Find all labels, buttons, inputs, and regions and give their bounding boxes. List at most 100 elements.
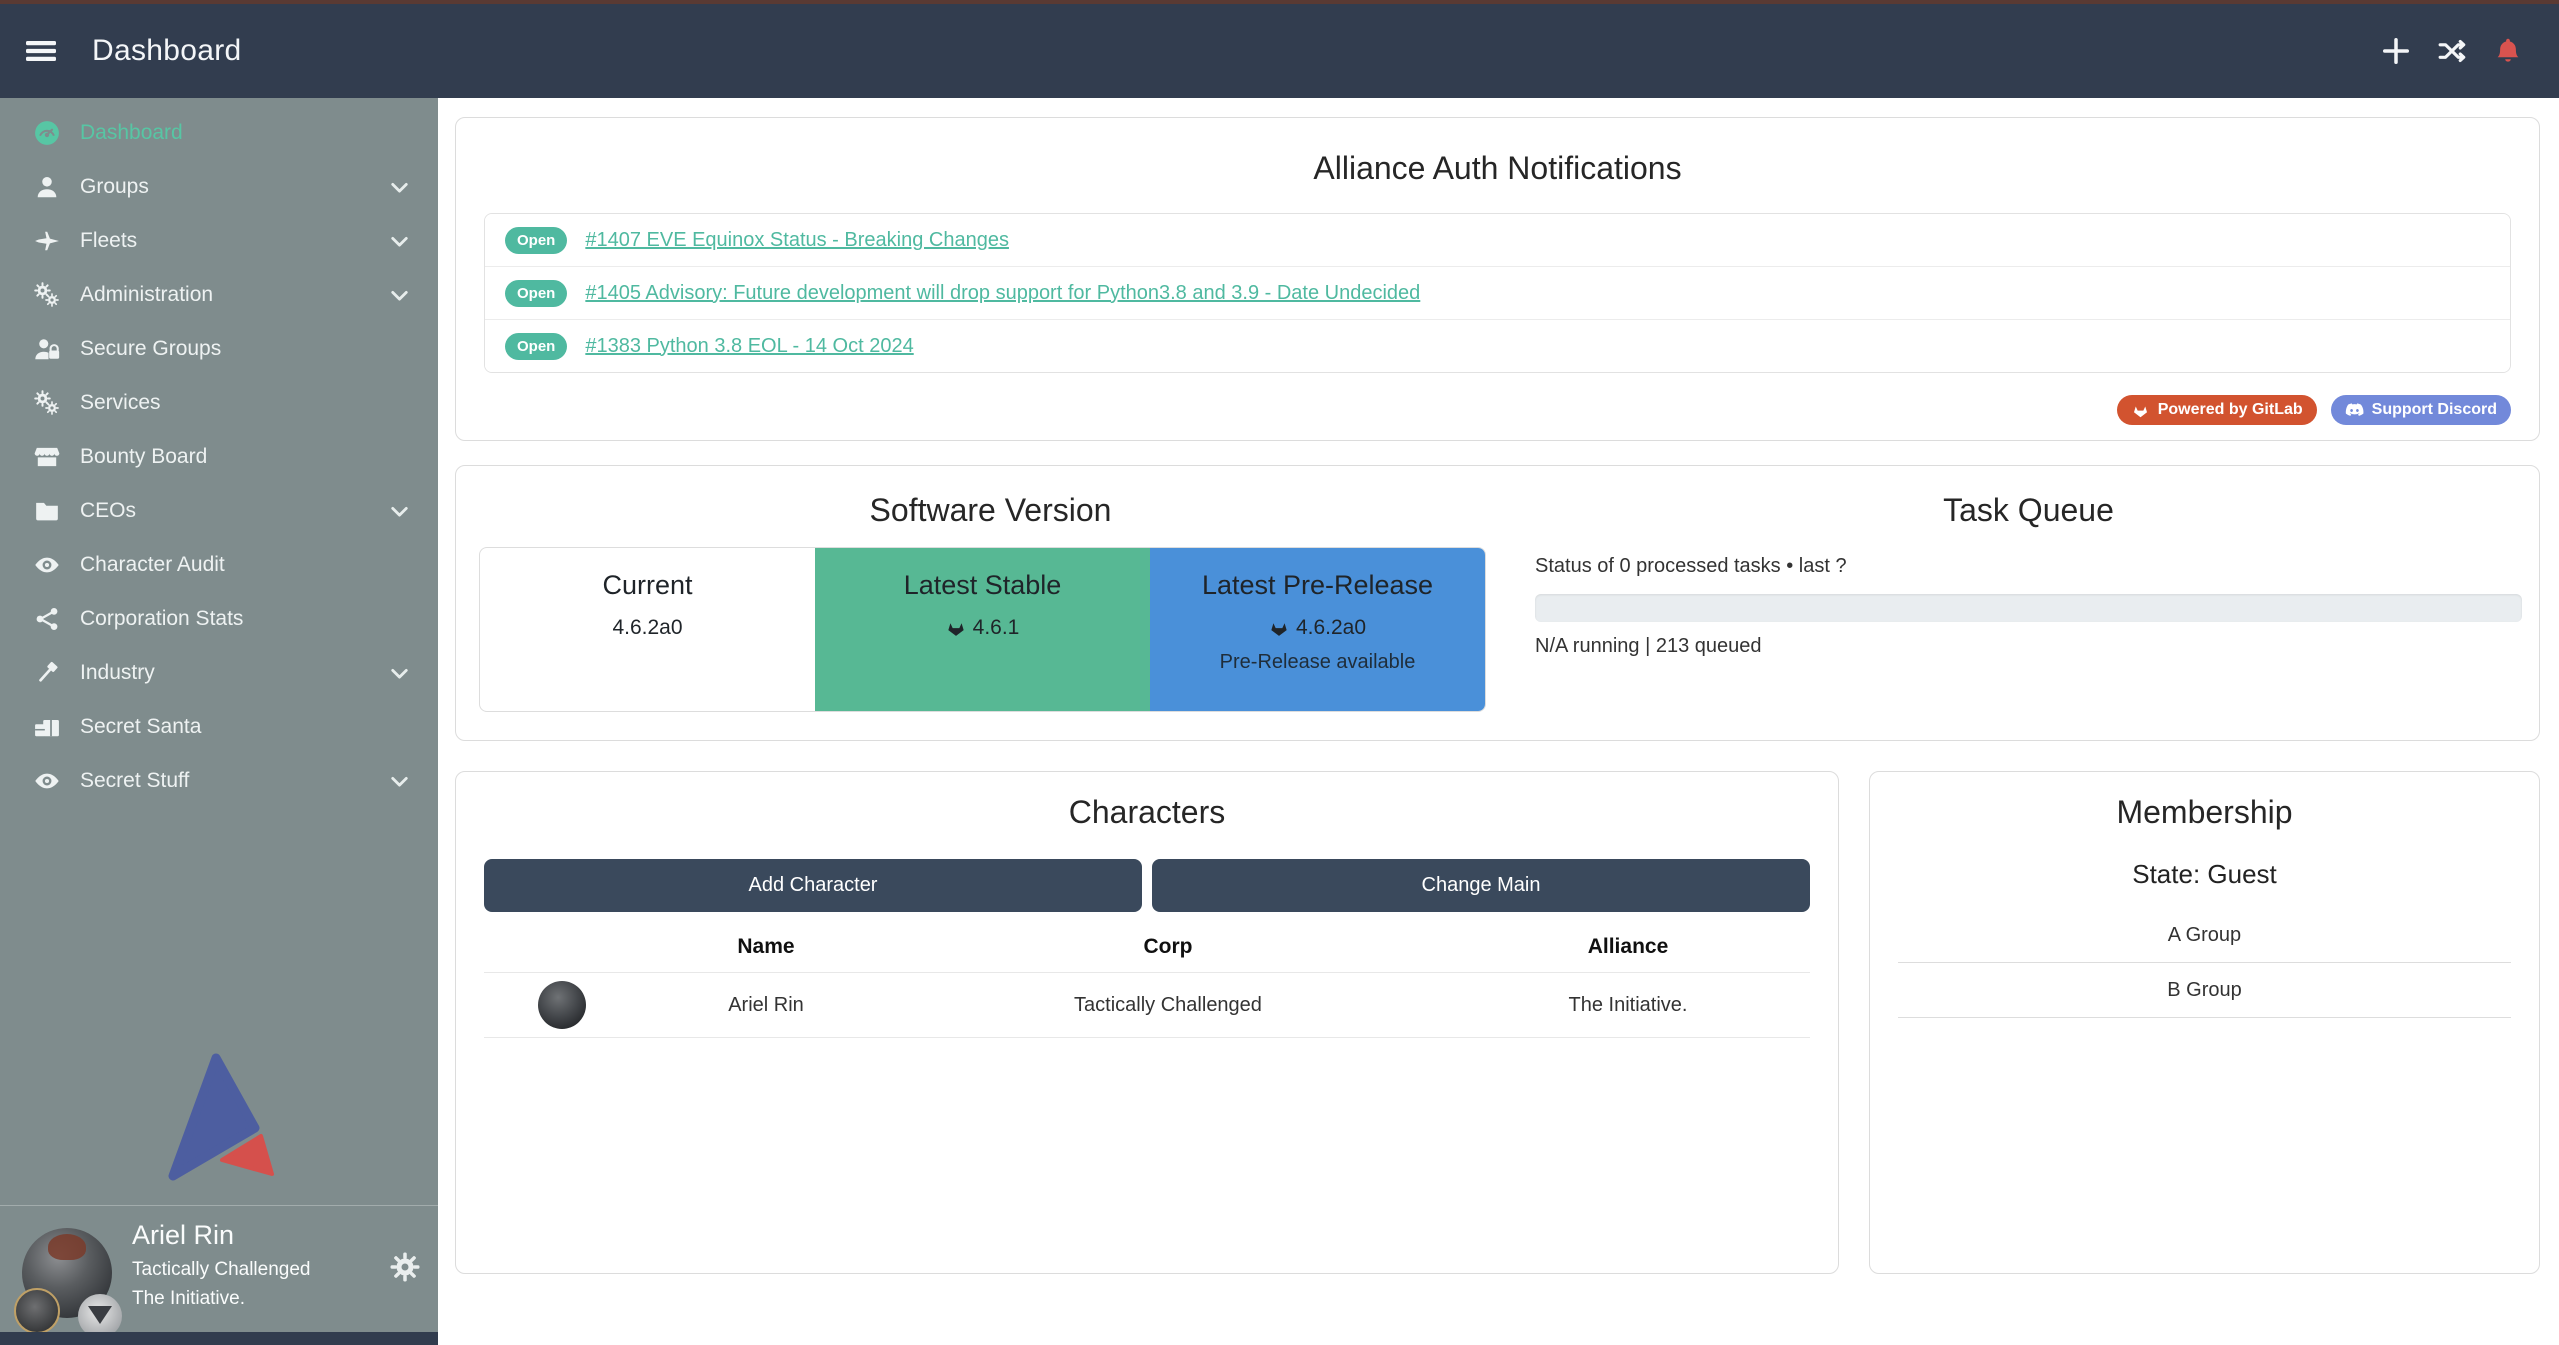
sidebar-item-label: Fleets: [80, 229, 137, 253]
chevron-down-icon: [387, 769, 412, 794]
software-version-title: Software Version: [479, 492, 1502, 529]
chevron-down-icon: [387, 661, 412, 686]
status-badge: Open: [505, 227, 567, 254]
character-name: Ariel Rin: [640, 994, 892, 1017]
top-navbar: Dashboard: [0, 4, 2559, 98]
software-version-task-queue-panel: Software Version Current 4.6.2a0 Latest …: [455, 465, 2540, 741]
membership-groups-list: A Group B Group: [1898, 908, 2511, 1018]
membership-group: A Group: [1898, 908, 2511, 963]
membership-group: B Group: [1898, 963, 2511, 1018]
sidebar-item-label: Secret Santa: [80, 715, 201, 739]
sidebar-item-label: Secret Stuff: [80, 769, 189, 793]
user-corp: Tactically Challenged: [132, 1259, 311, 1281]
character-row: Ariel Rin Tactically Challenged The Init…: [484, 972, 1810, 1038]
user-info: Ariel Rin Tactically Challenged The Init…: [132, 1220, 311, 1310]
character-avatar: [538, 981, 586, 1029]
version-cell-heading: Latest Stable: [815, 570, 1150, 601]
sidebar-item-corporation-stats[interactable]: Corporation Stats: [0, 592, 438, 646]
user-icon: [30, 173, 64, 201]
sidebar-user-panel: Ariel Rin Tactically Challenged The Init…: [0, 1205, 438, 1332]
characters-table-header: Name Corp Alliance: [484, 922, 1810, 972]
alliance-auth-logo: [158, 1050, 278, 1182]
sidebar-item-label: Secure Groups: [80, 337, 221, 361]
page-title: Dashboard: [92, 34, 241, 68]
topbar-actions: [2381, 36, 2523, 66]
membership-state: State: Guest: [1898, 859, 2511, 890]
version-cells: Current 4.6.2a0 Latest Stable 4.6.1 Late…: [479, 547, 1486, 712]
column-header-corp: Corp: [892, 935, 1444, 959]
add-character-button[interactable]: Add Character: [484, 859, 1142, 912]
notification-link[interactable]: #1407 EVE Equinox Status - Breaking Chan…: [585, 229, 1009, 252]
sidebar: Dashboard Groups Fleets Administration S…: [0, 98, 438, 1345]
sidebar-item-administration[interactable]: Administration: [0, 268, 438, 322]
jet-icon: [30, 227, 64, 255]
notifications-list: Open #1407 EVE Equinox Status - Breaking…: [484, 213, 2511, 373]
notification-row: Open #1407 EVE Equinox Status - Breaking…: [485, 214, 2510, 266]
sidebar-item-bounty-board[interactable]: Bounty Board: [0, 430, 438, 484]
notification-row: Open #1383 Python 3.8 EOL - 14 Oct 2024: [485, 319, 2510, 372]
sidebar-item-secret-santa[interactable]: Secret Santa: [0, 700, 438, 754]
sidebar-item-services[interactable]: Services: [0, 376, 438, 430]
change-main-button[interactable]: Change Main: [1152, 859, 1810, 912]
user-lock-icon: [30, 335, 64, 363]
gifts-icon: [30, 713, 64, 741]
sidebar-item-ceos[interactable]: CEOs: [0, 484, 438, 538]
shuffle-icon[interactable]: [2437, 36, 2467, 66]
hammer-icon: [30, 659, 64, 687]
version-number: 4.6.1: [973, 616, 1020, 640]
corp-logo-badge: [14, 1288, 60, 1334]
chevron-down-icon: [387, 229, 412, 254]
sidebar-item-groups[interactable]: Groups: [0, 160, 438, 214]
shop-icon: [30, 443, 64, 471]
folder-icon: [30, 497, 64, 525]
sidebar-item-label: Administration: [80, 283, 213, 307]
version-cell-current: Current 4.6.2a0: [480, 548, 815, 711]
powered-by-gitlab-badge[interactable]: Powered by GitLab: [2117, 395, 2317, 425]
notification-link[interactable]: #1405 Advisory: Future development will …: [585, 282, 1420, 305]
sidebar-bottom-strip: [0, 1332, 438, 1345]
character-alliance: The Initiative.: [1444, 994, 1812, 1017]
task-queue-counts: N/A running | 213 queued: [1535, 635, 2522, 658]
hamburger-menu-icon[interactable]: [26, 36, 56, 66]
sidebar-item-dashboard[interactable]: Dashboard: [0, 106, 438, 160]
notification-link[interactable]: #1383 Python 3.8 EOL - 14 Oct 2024: [585, 335, 913, 358]
sidebar-menu: Dashboard Groups Fleets Administration S…: [0, 98, 438, 808]
plus-icon[interactable]: [2381, 36, 2411, 66]
character-corp: Tactically Challenged: [892, 994, 1444, 1017]
membership-title: Membership: [1898, 794, 2511, 831]
characters-title: Characters: [484, 794, 1810, 831]
version-number: 4.6.2a0: [1296, 616, 1366, 640]
characters-table: Name Corp Alliance Ariel Rin Tactically …: [484, 922, 1810, 1038]
version-number: 4.6.2a0: [612, 616, 682, 640]
chevron-down-icon: [387, 499, 412, 524]
sidebar-item-character-audit[interactable]: Character Audit: [0, 538, 438, 592]
column-header-name: Name: [640, 935, 892, 959]
eye-icon: [30, 767, 64, 795]
user-name: Ariel Rin: [132, 1220, 311, 1251]
gitlab-icon: [2131, 402, 2150, 419]
characters-buttons: Add Character Change Main: [484, 859, 1810, 912]
sidebar-item-industry[interactable]: Industry: [0, 646, 438, 700]
task-queue-status: Status of 0 processed tasks • last ?: [1535, 555, 2522, 578]
badge-label: Powered by GitLab: [2158, 401, 2303, 419]
sidebar-item-label: Groups: [80, 175, 149, 199]
gauge-icon: [30, 119, 64, 147]
notifications-panel: Alliance Auth Notifications Open #1407 E…: [455, 117, 2540, 441]
sidebar-item-secret-stuff[interactable]: Secret Stuff: [0, 754, 438, 808]
bell-icon[interactable]: [2493, 36, 2523, 66]
characters-panel: Characters Add Character Change Main Nam…: [455, 771, 1839, 1274]
share-nodes-icon: [30, 605, 64, 633]
sidebar-item-label: Services: [80, 391, 161, 415]
notification-row: Open #1405 Advisory: Future development …: [485, 266, 2510, 319]
gear-icon[interactable]: [390, 1252, 420, 1282]
version-cell-latest-stable: Latest Stable 4.6.1: [815, 548, 1150, 711]
version-cell-latest-pre-release: Latest Pre-Release 4.6.2a0 Pre-Release a…: [1150, 548, 1485, 711]
support-discord-badge[interactable]: Support Discord: [2331, 395, 2511, 425]
sidebar-item-secure-groups[interactable]: Secure Groups: [0, 322, 438, 376]
sidebar-item-label: Industry: [80, 661, 155, 685]
sidebar-item-label: Bounty Board: [80, 445, 207, 469]
user-alliance: The Initiative.: [132, 1288, 311, 1310]
gears-icon: [30, 389, 64, 417]
sidebar-item-fleets[interactable]: Fleets: [0, 214, 438, 268]
gitlab-icon: [1269, 618, 1289, 638]
